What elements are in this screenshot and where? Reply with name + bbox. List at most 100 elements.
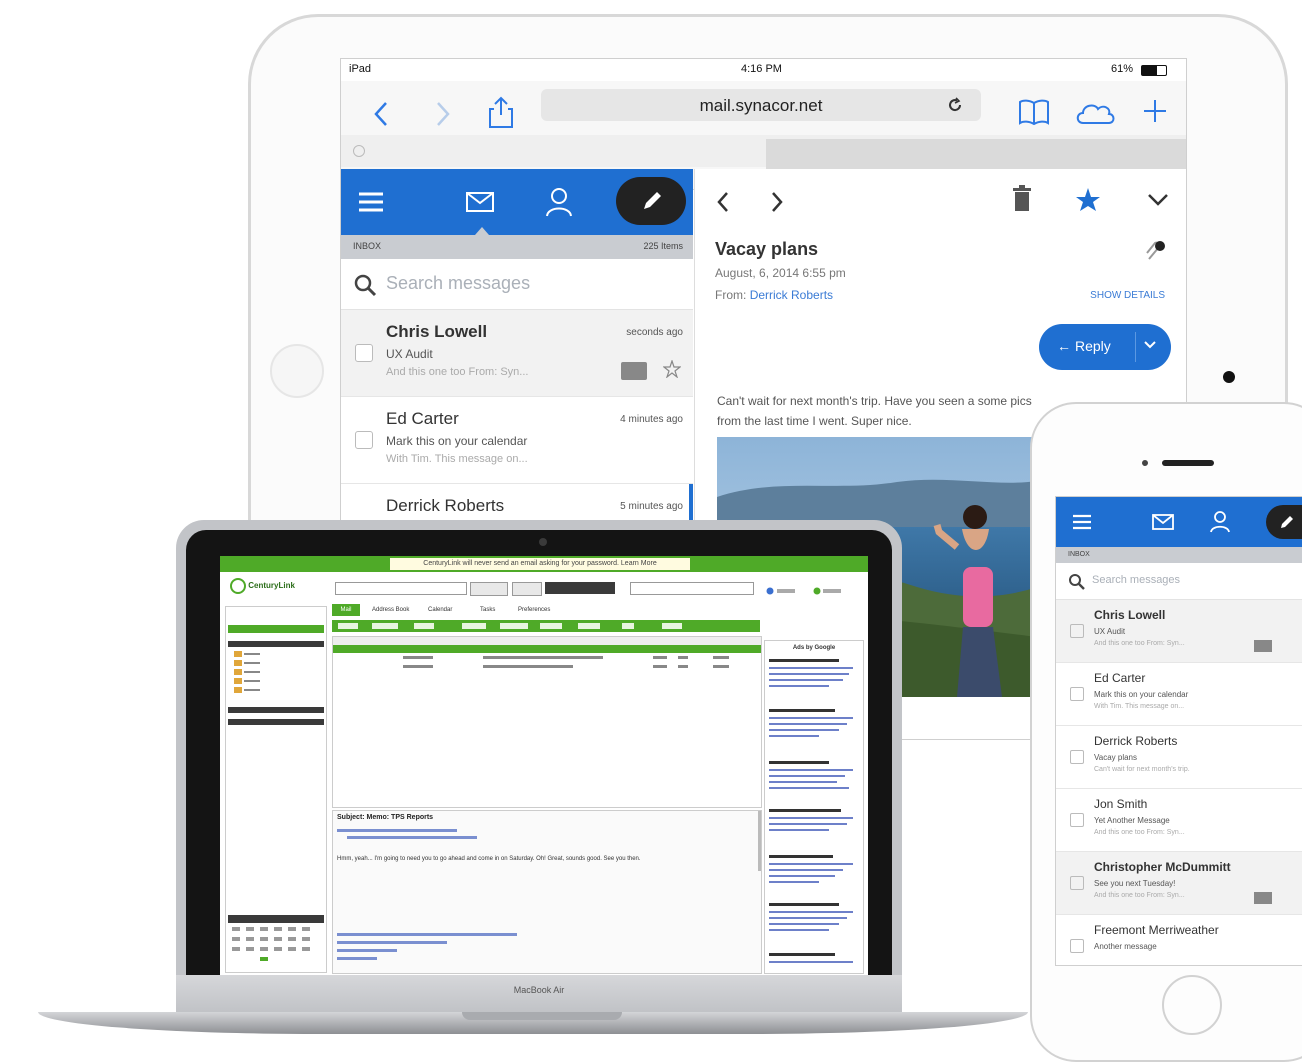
search-messages-field[interactable]: Search messages: [341, 259, 693, 310]
tab-tasks[interactable]: Tasks: [480, 607, 495, 613]
preview-scrollbar[interactable]: [758, 811, 761, 871]
phone-message-item[interactable]: Derrick Roberts Vacay plans Can't wait f…: [1056, 726, 1302, 789]
select-checkbox[interactable]: [1070, 750, 1084, 764]
select-checkbox[interactable]: [1070, 939, 1084, 953]
carrier-label: iPad: [349, 63, 372, 75]
reading-list-icon[interactable]: [1017, 97, 1051, 127]
select-checkbox[interactable]: [355, 431, 373, 449]
select-checkbox[interactable]: [1070, 876, 1084, 890]
phone-inbox-header: INBOX: [1056, 547, 1302, 563]
folder-icon[interactable]: [234, 651, 274, 701]
chevron-down-icon[interactable]: [1147, 193, 1169, 207]
iphone-home-button[interactable]: [1162, 975, 1222, 1035]
advanced-search-button[interactable]: [545, 582, 615, 594]
banner-text[interactable]: CenturyLink will never send an email ask…: [390, 558, 690, 570]
mini-calendar[interactable]: [228, 915, 324, 967]
mail-icon[interactable]: [465, 189, 495, 213]
radio-icon[interactable]: [765, 580, 845, 596]
select-checkbox[interactable]: [355, 344, 373, 362]
message-sender: Chris Lowell: [386, 322, 488, 341]
web-search-input[interactable]: [630, 582, 754, 595]
tag-icon[interactable]: [621, 362, 647, 380]
from-name-link[interactable]: Derrick Roberts: [750, 288, 833, 302]
mail-icon[interactable]: [1152, 513, 1174, 531]
tag-icon[interactable]: [1254, 892, 1272, 904]
reply-options-icon[interactable]: [1143, 340, 1157, 350]
phone-message-subject: Vacay plans: [1094, 753, 1137, 762]
ipad-status-bar: iPad 4:16 PM 61%: [341, 59, 1186, 81]
iphone-screen: INBOX Search messages Chris Lowell UX Au…: [1055, 496, 1302, 966]
phone-search-field[interactable]: Search messages: [1056, 563, 1302, 600]
ad-links[interactable]: [769, 657, 859, 967]
tab-calendar[interactable]: Calendar: [428, 607, 452, 613]
macbook-model-label: MacBook Air: [513, 985, 565, 995]
message-table: [332, 636, 762, 808]
phone-message-preview: And this one too From: Syn...: [1094, 892, 1185, 899]
reply-arrow-icon: ←: [1057, 338, 1071, 354]
app-tabs: Mail Address Book Calendar Tasks Prefere…: [332, 604, 762, 616]
address-bar[interactable]: mail.synacor.net: [541, 89, 981, 121]
table-header: [333, 637, 761, 645]
section-header: [228, 719, 324, 725]
message-subject: UX Audit: [386, 347, 433, 361]
inbox-count: 225 Items: [643, 241, 683, 251]
table-row[interactable]: [333, 654, 761, 662]
new-mail-button[interactable]: [228, 625, 324, 633]
table-row-selected[interactable]: [333, 645, 761, 653]
share-icon[interactable]: [486, 95, 516, 129]
toolbar-buttons-icon[interactable]: [332, 620, 760, 632]
select-checkbox[interactable]: [1070, 687, 1084, 701]
contacts-icon[interactable]: [545, 187, 573, 217]
phone-message-item[interactable]: Jon Smith Yet Another Message And this o…: [1056, 789, 1302, 852]
reply-button[interactable]: ← Reply: [1039, 324, 1171, 370]
phone-message-item[interactable]: Christopher McDummitt See you next Tuesd…: [1056, 852, 1302, 915]
star-filled-icon[interactable]: [1075, 187, 1101, 213]
preview-quoted-headers: [337, 931, 537, 965]
mail-search-input[interactable]: [335, 582, 467, 595]
show-details-link[interactable]: SHOW DETAILS: [1090, 290, 1165, 301]
tab-mail[interactable]: Mail: [332, 604, 360, 616]
menu-icon[interactable]: [1072, 513, 1092, 531]
search-option-button[interactable]: [512, 582, 542, 596]
star-outline-icon[interactable]: [663, 360, 681, 378]
tab-preferences[interactable]: Preferences: [518, 607, 550, 613]
message-list-item[interactable]: Ed Carter Mark this on your calendar Wit…: [341, 397, 693, 484]
iphone-speaker: [1162, 460, 1214, 466]
reload-icon[interactable]: [947, 97, 963, 113]
tab-close-icon[interactable]: [353, 145, 365, 157]
search-button[interactable]: [470, 582, 508, 596]
section-header: [228, 707, 324, 713]
search-icon: [1069, 574, 1085, 590]
forward-icon[interactable]: [433, 99, 453, 129]
phone-message-subject: Yet Another Message: [1094, 816, 1170, 825]
compose-button[interactable]: [1266, 505, 1302, 539]
phone-message-item[interactable]: Ed Carter Mark this on your calendar Wit…: [1056, 663, 1302, 726]
message-body: Can't wait for next month's trip. Have y…: [717, 394, 1032, 428]
attachment-icon[interactable]: [1143, 239, 1167, 263]
message-from-line: From: Derrick Roberts: [715, 288, 833, 302]
compose-button[interactable]: [616, 177, 686, 225]
tab-address-book[interactable]: Address Book: [372, 607, 409, 613]
new-tab-icon[interactable]: [1141, 97, 1169, 125]
ipad-home-button[interactable]: [270, 344, 324, 398]
tag-icon[interactable]: [1254, 640, 1272, 652]
tab-inactive[interactable]: [766, 139, 1186, 169]
select-checkbox[interactable]: [1070, 813, 1084, 827]
table-row[interactable]: [333, 663, 761, 671]
message-list-item[interactable]: Chris Lowell UX Audit And this one too F…: [341, 310, 693, 397]
phone-message-preview: And this one too From: Syn...: [1094, 640, 1185, 647]
back-icon[interactable]: [371, 99, 391, 129]
select-checkbox[interactable]: [1070, 624, 1084, 638]
next-message-icon[interactable]: [767, 187, 787, 217]
prev-message-icon[interactable]: [713, 187, 733, 217]
phone-message-sender: Christopher McDummitt: [1094, 860, 1231, 874]
phone-message-item[interactable]: Freemont Merriweather Another message: [1056, 915, 1302, 965]
message-sender: Derrick Roberts: [386, 496, 505, 515]
cloud-icon[interactable]: [1073, 99, 1117, 127]
phone-inbox-label: INBOX: [1068, 551, 1090, 558]
contacts-icon[interactable]: [1210, 511, 1230, 533]
phone-search-placeholder: Search messages: [1092, 574, 1181, 586]
phone-message-item[interactable]: Chris Lowell UX Audit And this one too F…: [1056, 600, 1302, 663]
menu-icon[interactable]: [357, 191, 385, 213]
trash-icon[interactable]: [1011, 185, 1033, 213]
